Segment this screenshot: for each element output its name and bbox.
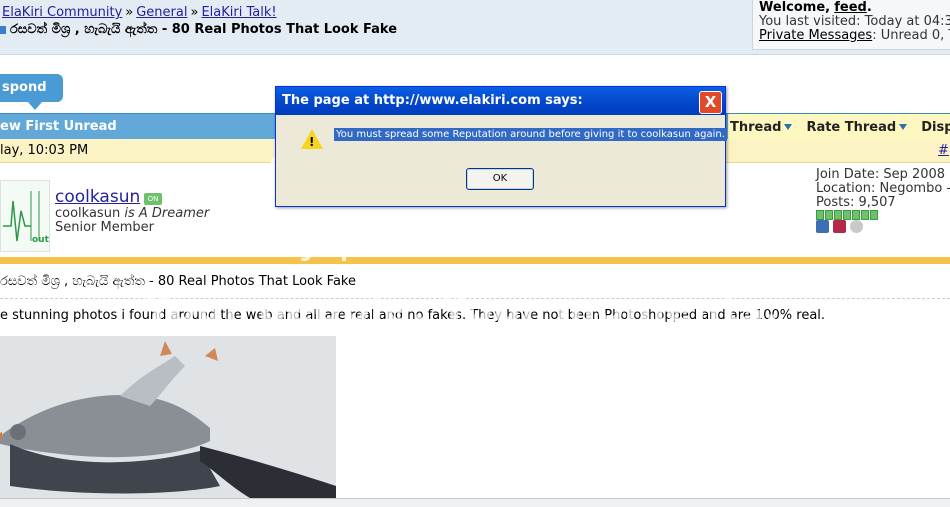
location: Location: Negombo - [816,181,950,196]
reputation-pip [834,210,842,220]
pm-status: : Unread 0, T [872,28,950,43]
user-status-text: A Dreamer [138,206,210,221]
user-status-is: is [124,206,135,221]
avatar[interactable]: out [0,180,50,252]
avatar-text: out [32,235,49,245]
welcome-label: Welcome, [759,0,831,15]
breadcrumb-link-community[interactable]: ElaKiri Community [2,5,122,20]
contact-icons [816,220,863,233]
thread-tools-label: Thread [730,119,782,135]
post-divider [0,298,950,299]
watermark-tagline-2: Your space. [338,340,599,386]
thread-title-text: රසවත් මිශ්‍ර , හැබැයි ඇත්ත - 80 Real Pho… [10,22,398,37]
user-profile-icon[interactable] [816,220,829,233]
user-stats: Join Date: Sep 2008 Location: Negombo - … [816,168,950,210]
close-button[interactable]: X [699,91,722,114]
post-date: lay, 10:03 PM [0,143,89,158]
reputation-pip [843,210,851,220]
join-date: Join Date: Sep 2008 [816,167,946,182]
chevron-down-icon [899,124,908,130]
rate-thread-label: Rate Thread [806,119,897,135]
goose-photo [0,336,336,498]
thread-tools-menu[interactable]: Thread [730,119,793,135]
reputation-pip [861,210,869,220]
post-number-link[interactable]: # [938,143,949,158]
alert-dialog: The page at http://www.elakiri.com says:… [275,86,727,207]
user-welcome-box: Welcome, feed. You last visited: Today a… [752,0,950,50]
online-status-badge: ON [144,193,162,205]
breadcrumb-separator: » [190,5,199,20]
dialog-title: The page at http://www.elakiri.com says: [282,93,583,108]
reputation-pip [825,210,833,220]
close-icon: X [704,93,717,111]
user-rank: Senior Member [55,220,155,235]
rate-thread-menu[interactable]: Rate Thread [806,119,908,135]
welcome-line: Welcome, feed. [759,0,872,15]
reputation-pip [870,210,878,220]
last-visited: You last visited: Today at 04:3 [759,14,950,29]
post-text: e stunning photos i found around the web… [0,308,826,323]
thread-menu-group: Thread Rate Thread Displa [728,114,950,140]
thread-title: රසවත් මිශ්‍ර , හැබැයි ඇත්ත - 80 Real Pho… [0,22,397,37]
private-messages-link[interactable]: Private Messages [759,28,872,43]
reputation-pip [852,210,860,220]
post-separator [0,257,950,264]
breadcrumb-link-general[interactable]: General [136,5,187,20]
post-author-link[interactable]: coolkasun [55,187,140,207]
yahoo-icon[interactable] [833,220,846,233]
post-reply-button[interactable]: spond [0,74,63,110]
private-messages-line: Private Messages: Unread 0, T [759,29,950,43]
breadcrumb-link-elakiri-talk[interactable]: ElaKiri Talk! [201,5,276,20]
reputation-bar [816,210,878,220]
reputation-pip [816,210,824,220]
thread-icon [0,25,6,34]
dialog-message: You must spread some Reputation around b… [334,128,727,141]
post-count: Posts: 9,507 [816,195,896,210]
post-photo [0,336,336,498]
user-status: coolkasun is A Dreamer [55,206,209,221]
warning-mark: ! [309,135,315,149]
dialog-titlebar[interactable]: The page at http://www.elakiri.com says:… [276,87,725,115]
post-title: රසවත් මිශ්‍ර , හැබැයි ඇත්ත - 80 Real Pho… [0,274,356,289]
ok-button[interactable]: OK [466,168,534,190]
user-status-name: coolkasun [55,206,121,221]
chevron-down-icon [784,124,793,130]
view-first-unread-link[interactable]: ew First Unread [0,119,117,134]
display-modes-menu[interactable]: Displa [921,120,950,135]
breadcrumb: ElaKiri Community» General» ElaKiri Talk! [2,5,277,20]
username-link[interactable]: feed [834,0,867,15]
breadcrumb-separator: » [125,5,134,20]
skype-icon[interactable] [850,220,863,233]
